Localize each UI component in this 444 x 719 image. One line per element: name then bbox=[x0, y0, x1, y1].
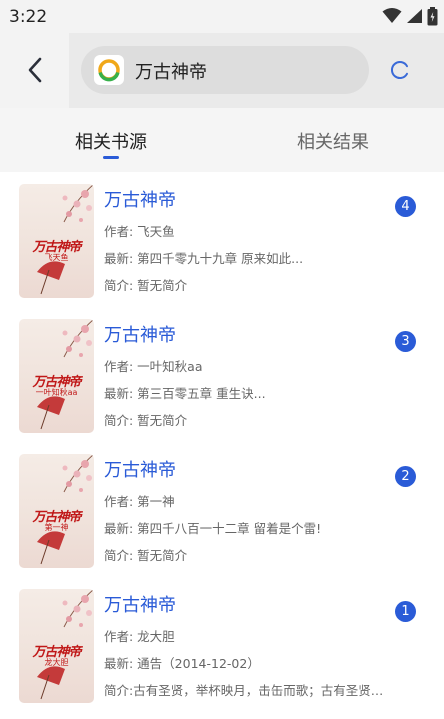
book-author: 作者: 龙大胆 bbox=[104, 629, 175, 644]
book-intro: 简介: 暂无简介 bbox=[104, 413, 188, 428]
book-title: 万古神帝 bbox=[104, 325, 176, 346]
book-latest-chapter: 最新: 第四千八百一十二章 留着是个雷! bbox=[104, 521, 322, 536]
book-title: 万古神帝 bbox=[104, 460, 176, 481]
tab-related-sources[interactable]: 相关书源 bbox=[0, 108, 222, 172]
source-count-badge: 4 bbox=[395, 196, 416, 217]
book-author: 作者: 第一神 bbox=[104, 494, 175, 509]
book-intro: 简介:古有圣贤，举杯映月，击缶而歌；古有圣贤，... bbox=[104, 683, 389, 698]
book-intro: 简介: 暂无简介 bbox=[104, 278, 188, 293]
book-cover: 万古神帝 飞天鱼 bbox=[19, 184, 94, 298]
source-count-badge: 3 bbox=[395, 331, 416, 352]
status-icons bbox=[382, 6, 438, 26]
list-item[interactable]: 万古神帝 一叶知秋aa 万古神帝 作者: 一叶知秋aa 最新: 第三百零五章 重… bbox=[0, 307, 444, 442]
list-item[interactable]: 万古神帝 飞天鱼 万古神帝 作者: 飞天鱼 最新: 第四千零九十九章 原来如此.… bbox=[0, 172, 444, 307]
source-count-badge: 1 bbox=[395, 601, 416, 622]
search-area: 万古神帝 bbox=[69, 33, 444, 108]
book-latest-chapter: 最新: 通告（2014-12-02） bbox=[104, 656, 260, 671]
tab-label: 相关书源 bbox=[75, 132, 147, 153]
cover-author: 龙大胆 bbox=[44, 658, 69, 667]
tab-label: 相关结果 bbox=[297, 132, 369, 153]
cover-author: 飞天鱼 bbox=[44, 253, 69, 262]
search-engine-icon bbox=[94, 55, 124, 85]
book-cover: 万古神帝 第一神 bbox=[19, 454, 94, 568]
search-query: 万古神帝 bbox=[135, 62, 207, 83]
source-count-badge: 2 bbox=[395, 466, 416, 487]
search-input[interactable]: 万古神帝 bbox=[81, 46, 369, 94]
back-arrow-icon bbox=[28, 57, 42, 83]
book-cover: 万古神帝 一叶知秋aa bbox=[19, 319, 94, 433]
list-item[interactable]: 万古神帝 龙大胆 万古神帝 作者: 龙大胆 最新: 通告（2014-12-02）… bbox=[0, 577, 444, 712]
book-title: 万古神帝 bbox=[104, 190, 176, 211]
book-author: 作者: 一叶知秋aa bbox=[104, 359, 203, 374]
book-intro: 简介: 暂无简介 bbox=[104, 548, 188, 563]
book-latest-chapter: 最新: 第四千零九十九章 原来如此... bbox=[104, 251, 304, 266]
book-latest-chapter: 最新: 第三百零五章 重生诀... bbox=[104, 386, 266, 401]
list-item[interactable]: 万古神帝 第一神 万古神帝 作者: 第一神 最新: 第四千八百一十二章 留着是个… bbox=[0, 442, 444, 577]
signal-icon bbox=[407, 9, 422, 23]
book-title: 万古神帝 bbox=[104, 595, 176, 616]
back-button[interactable] bbox=[20, 53, 50, 87]
status-bar: 3:22 bbox=[0, 0, 444, 33]
book-cover: 万古神帝 龙大胆 bbox=[19, 589, 94, 703]
battery-icon bbox=[427, 6, 438, 25]
cover-author: 一叶知秋aa bbox=[35, 388, 78, 397]
status-time: 3:22 bbox=[9, 7, 48, 27]
cover-author: 第一神 bbox=[44, 523, 69, 532]
tab-active-indicator bbox=[103, 156, 119, 159]
tab-bar: 相关书源 相关结果 bbox=[0, 108, 444, 172]
tab-related-results[interactable]: 相关结果 bbox=[222, 108, 444, 172]
book-author: 作者: 飞天鱼 bbox=[104, 224, 175, 239]
top-bar: 万古神帝 bbox=[0, 33, 444, 108]
refresh-icon[interactable] bbox=[388, 58, 412, 82]
wifi-icon bbox=[382, 8, 402, 23]
